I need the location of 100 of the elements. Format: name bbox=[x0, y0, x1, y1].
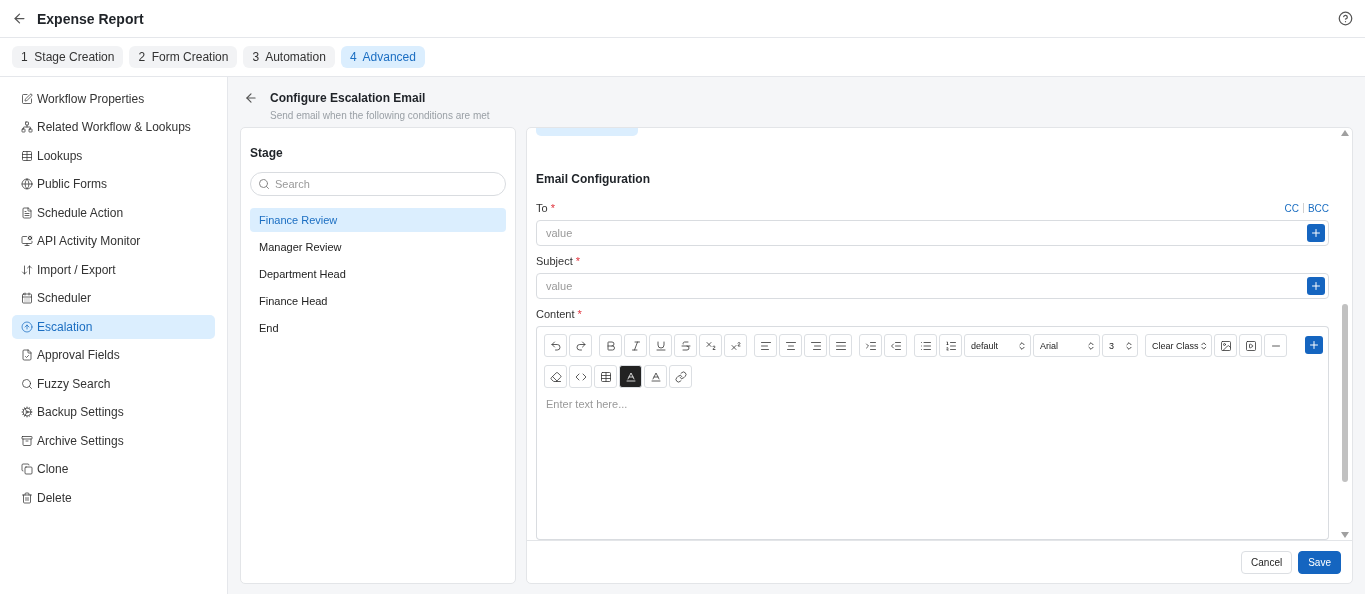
eraser-button[interactable] bbox=[544, 365, 567, 388]
align-right-icon bbox=[809, 339, 822, 352]
stage-item[interactable]: Finance Review bbox=[250, 208, 506, 232]
hierarchy-icon bbox=[21, 121, 33, 134]
scroll-down-arrow-icon[interactable] bbox=[1341, 532, 1349, 538]
stage-item[interactable]: Finance Head bbox=[250, 289, 506, 313]
align-center-icon bbox=[784, 339, 797, 352]
step-tab[interactable]: 3 Automation bbox=[243, 46, 335, 68]
table-icon bbox=[21, 149, 33, 162]
bold-icon bbox=[604, 339, 617, 352]
panel-title: Stage bbox=[250, 146, 284, 160]
trash-icon bbox=[21, 491, 33, 504]
redo-button[interactable] bbox=[569, 334, 592, 357]
indent-icon bbox=[864, 339, 877, 352]
image-icon bbox=[1219, 339, 1232, 352]
image-button[interactable] bbox=[1214, 334, 1237, 357]
table-icon bbox=[599, 370, 612, 383]
help-button[interactable] bbox=[1338, 11, 1353, 26]
dropdown[interactable]: Clear Class bbox=[1145, 334, 1212, 357]
plus-icon bbox=[1310, 280, 1322, 292]
sidebar-item[interactable]: Scheduler bbox=[12, 286, 215, 310]
numbered-list-button[interactable] bbox=[939, 334, 962, 357]
updown-caret-icon bbox=[1124, 340, 1134, 351]
superscript-icon bbox=[729, 339, 742, 352]
add-button[interactable] bbox=[1307, 224, 1325, 242]
input-field[interactable]: value bbox=[536, 220, 1329, 246]
save-button[interactable]: Save bbox=[1298, 550, 1341, 574]
sidebar-item[interactable]: API Activity Monitor bbox=[12, 229, 215, 253]
stage-item[interactable]: Department Head bbox=[250, 262, 506, 286]
bullet-list-icon bbox=[919, 339, 932, 352]
align-center-button[interactable] bbox=[779, 334, 802, 357]
dropdown[interactable]: default bbox=[964, 334, 1031, 357]
sidebar-item[interactable]: Workflow Properties bbox=[12, 87, 215, 111]
dropdown[interactable]: Arial bbox=[1033, 334, 1100, 357]
sidebar-item[interactable]: Related Workflow & Lookups bbox=[12, 115, 215, 139]
document-icon bbox=[21, 206, 33, 219]
highlight-color-icon bbox=[624, 370, 637, 383]
input-field[interactable]: value bbox=[536, 273, 1329, 299]
add-button[interactable] bbox=[1307, 277, 1325, 295]
outdent-button[interactable] bbox=[884, 334, 907, 357]
link-icon bbox=[674, 370, 687, 383]
sidebar-item[interactable]: Backup Settings bbox=[12, 400, 215, 424]
link[interactable]: BCC bbox=[1307, 202, 1329, 214]
scrollbar[interactable] bbox=[1338, 128, 1352, 540]
indent-button[interactable] bbox=[859, 334, 882, 357]
text-color-button[interactable] bbox=[644, 365, 667, 388]
back-button[interactable] bbox=[244, 91, 258, 105]
step-tab[interactable]: 2 Form Creation bbox=[129, 46, 238, 68]
plus-icon bbox=[1308, 339, 1320, 351]
search-icon bbox=[21, 377, 33, 390]
calendar-icon bbox=[21, 292, 33, 305]
align-left-icon bbox=[759, 339, 772, 352]
sidebar-item[interactable]: Clone bbox=[12, 457, 215, 481]
video-icon bbox=[1244, 339, 1257, 352]
stage-item[interactable]: Manager Review bbox=[250, 235, 506, 259]
stage-item[interactable]: End bbox=[250, 316, 506, 340]
align-right-button[interactable] bbox=[804, 334, 827, 357]
undo-icon bbox=[549, 339, 562, 352]
numbered-list-icon bbox=[944, 339, 957, 352]
sidebar-item[interactable]: Delete bbox=[12, 486, 215, 510]
cancel-button[interactable]: Cancel bbox=[1241, 550, 1293, 574]
page-title: Expense Report bbox=[37, 10, 145, 27]
link-button[interactable] bbox=[669, 365, 692, 388]
sidebar-item[interactable]: Lookups bbox=[12, 144, 215, 168]
highlight-color-button[interactable] bbox=[619, 365, 642, 388]
italic-icon bbox=[629, 339, 642, 352]
justify-button[interactable] bbox=[829, 334, 852, 357]
search-field[interactable]: Search bbox=[250, 172, 506, 196]
settings-icon bbox=[21, 406, 33, 419]
field-label: Subject * bbox=[536, 255, 581, 267]
sidebar-item[interactable]: Schedule Action bbox=[12, 201, 215, 225]
add-button[interactable] bbox=[1305, 336, 1323, 354]
section-title: Configure Escalation Email bbox=[270, 91, 427, 105]
step-tab[interactable]: 4 Advanced bbox=[340, 46, 425, 68]
video-button[interactable] bbox=[1239, 334, 1262, 357]
sidebar-item[interactable]: Public Forms bbox=[12, 172, 215, 196]
bullet-list-button[interactable] bbox=[914, 334, 937, 357]
outdent-icon bbox=[889, 339, 902, 352]
sidebar-item[interactable]: Fuzzy Search bbox=[12, 372, 215, 396]
back-button[interactable] bbox=[12, 11, 27, 26]
align-left-button[interactable] bbox=[754, 334, 777, 357]
step-tab[interactable]: 1 Stage Creation bbox=[12, 46, 124, 68]
text-editor-field[interactable]: Enter text here... bbox=[536, 388, 1329, 540]
strikethrough-icon bbox=[679, 339, 692, 352]
code-view-button[interactable] bbox=[569, 365, 592, 388]
updown-caret-icon bbox=[1017, 340, 1027, 351]
scroll-up-arrow-icon[interactable] bbox=[1341, 130, 1349, 136]
sidebar-item[interactable]: Import / Export bbox=[12, 258, 215, 282]
sidebar-item[interactable]: Approval Fields bbox=[12, 343, 215, 367]
justify-icon bbox=[834, 339, 847, 352]
dropdown[interactable]: 3 bbox=[1102, 334, 1138, 357]
bold-button[interactable] bbox=[599, 334, 622, 357]
table-button[interactable] bbox=[594, 365, 617, 388]
eraser-icon bbox=[549, 370, 562, 383]
sidebar-item[interactable]: Escalation bbox=[12, 315, 215, 339]
undo-button[interactable] bbox=[544, 334, 567, 357]
sidebar-item[interactable]: Archive Settings bbox=[12, 429, 215, 453]
redo-icon bbox=[574, 339, 587, 352]
link[interactable]: CC bbox=[1284, 202, 1299, 214]
underline-icon bbox=[654, 339, 667, 352]
